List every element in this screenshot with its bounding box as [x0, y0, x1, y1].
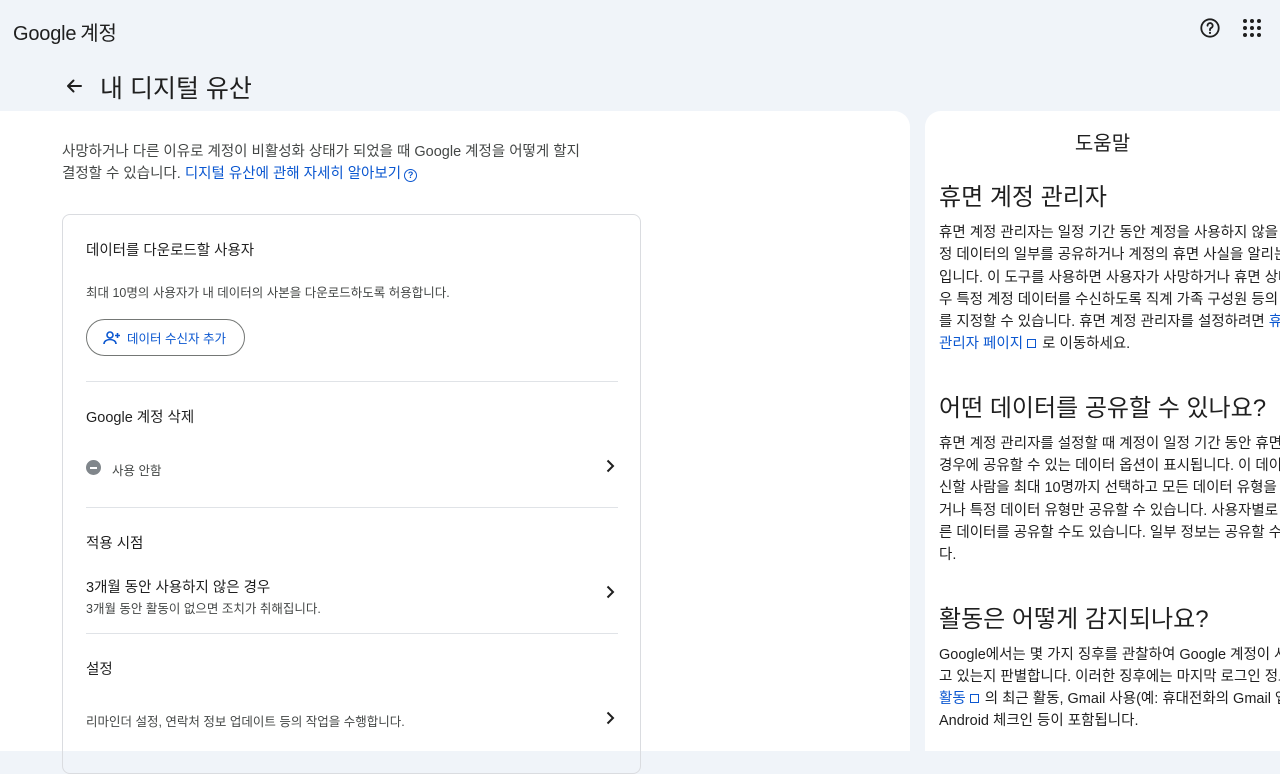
help-text-line: Android 체크인 등이 포함됩니다.: [939, 713, 1139, 730]
timing-section-title: 적용 시점: [86, 536, 144, 552]
divider: [86, 381, 618, 382]
help-circle-icon[interactable]: [1198, 16, 1222, 40]
intro-text: 사망하거나 다른 이유로 계정이 비활성화 상태가 되었을 때 Google 계…: [62, 141, 602, 185]
main-card: 사망하거나 다른 이유로 계정이 비활성화 상태가 되었을 때 Google 계…: [0, 111, 910, 774]
page-title: 내 디지털 유산: [100, 75, 252, 103]
person-add-icon: [103, 330, 120, 344]
help-heading-activity-detection: 활동은 어떻게 감지되나요?: [939, 605, 1209, 633]
inactive-manager-link-part1[interactable]: 휴면: [1269, 314, 1280, 330]
help-paragraph: 휴면 계정 관리자를 설정할 때 계정이 일정 기간 동안 휴면 상 경우에 공…: [939, 433, 1280, 567]
intro-line-2-text: 결정할 수 있습니다.: [62, 166, 181, 182]
add-data-recipient-label: 데이터 수신자 추가: [127, 332, 226, 346]
google-account-logo[interactable]: Google 계정: [13, 17, 117, 46]
help-outline-icon: ?: [404, 169, 418, 182]
help-text-line: 고 있는지 판별합니다. 이러한 징후에는 마지막 로그인 정보: [939, 668, 1280, 685]
intro-line-2: 결정할 수 있습니다. 디지털 유산에 관해 자세히 알아보기?: [62, 163, 602, 185]
inactivity-period-desc: 3개월 동안 활동이 없으면 조치가 취해집니다.: [86, 602, 321, 616]
download-section-desc: 최대 10명의 사용자가 내 데이터의 사본을 다운로드하도록 허용합니다.: [86, 286, 450, 300]
help-text-line: 른 데이터를 공유할 수도 있습니다. 일부 정보는 공유할 수 없: [939, 524, 1280, 541]
help-text-line: 경우에 공유할 수 있는 데이터 옵션이 표시됩니다. 이 데이터: [939, 458, 1280, 475]
settings-box: 데이터를 다운로드할 사용자 최대 10명의 사용자가 내 데이터의 사본을 다…: [62, 214, 641, 774]
help-panel-heading: 도움말: [1074, 133, 1131, 155]
logo-brand: Google: [13, 23, 77, 45]
open-in-new-icon: [969, 694, 979, 704]
chevron-right-icon: [606, 459, 615, 473]
settings-section-title: 설정: [86, 662, 113, 678]
learn-more-label: 디지털 유산에 관해 자세히 알아보기: [184, 166, 402, 182]
divider: [86, 633, 618, 634]
inactivity-period-title: 3개월 동안 사용하지 않은 경우: [86, 580, 271, 596]
chevron-right-icon: [606, 585, 615, 599]
help-panel: 도움말 휴면 계정 관리자 휴면 계정 관리자는 일정 기간 동안 계정을 사용…: [925, 111, 1280, 751]
help-paragraph: 휴면 계정 관리자는 일정 기간 동안 계정을 사용하지 않을 경 정 데이터의…: [939, 222, 1280, 356]
help-content: 휴면 계정 관리자 휴면 계정 관리자는 일정 기간 동안 계정을 사용하지 않…: [939, 177, 1280, 733]
help-text-line: 다.: [939, 547, 957, 564]
delete-section-title: Google 계정 삭제: [86, 410, 195, 426]
help-text-line: 우 특정 계정 데이터를 수신하도록 직계 가족 구성원 등의 제: [939, 291, 1280, 308]
intro-line-1: 사망하거나 다른 이유로 계정이 비활성화 상태가 되었을 때 Google 계…: [62, 144, 580, 160]
help-text-line: 의 최근 활동, Gmail 사용(예: 휴대전화의 Gmail 앱: [984, 691, 1280, 708]
learn-more-link[interactable]: 디지털 유산에 관해 자세히 알아보기?: [184, 166, 418, 182]
chevron-right-icon: [606, 711, 615, 725]
help-text-line: 휴면 계정 관리자를 설정할 때 계정이 일정 기간 동안 휴면 상: [939, 435, 1280, 452]
open-in-new-icon: [1027, 339, 1037, 349]
help-text-line: 신할 사람을 최대 10명까지 선택하고 모든 데이터 유형을 공: [939, 480, 1280, 497]
settings-row[interactable]: 리마인더 설정, 연락처 정보 업데이트 등의 작업을 수행합니다.: [86, 699, 618, 739]
help-text-line: 를 지정할 수 있습니다. 휴면 계정 관리자를 설정하려면: [939, 314, 1265, 331]
inactive-manager-page-link[interactable]: 관리자 페이지: [939, 336, 1023, 352]
settings-desc: 리마인더 설정, 연락처 정보 업데이트 등의 작업을 수행합니다.: [86, 715, 405, 729]
inactivity-period-row[interactable]: 3개월 동안 사용하지 않은 경우 3개월 동안 활동이 없으면 조치가 취해집…: [86, 573, 618, 616]
help-text-line: 휴면 계정 관리자는 일정 기간 동안 계정을 사용하지 않을 경: [939, 225, 1280, 241]
activity-link[interactable]: 활동: [939, 691, 966, 707]
download-section-title: 데이터를 다운로드할 사용자: [86, 243, 255, 259]
delete-status-text: 사용 안함: [112, 464, 162, 478]
help-text-line: 로 이동하세요.: [1042, 336, 1131, 353]
help-paragraph: Google에서는 몇 가지 징후를 관찰하여 Google 계정이 사 고 있…: [939, 644, 1280, 733]
arrow-back-icon[interactable]: [62, 74, 86, 98]
logo-product: 계정: [80, 23, 117, 45]
top-bar: Google 계정: [0, 0, 1280, 60]
help-heading-inactive-account-manager: 휴면 계정 관리자: [939, 184, 1107, 211]
page-header: 내 디지털 유산: [0, 60, 910, 110]
help-text-line: 정 데이터의 일부를 공유하거나 계정의 휴면 사실을 알리는: [939, 247, 1280, 264]
disabled-status-icon: [86, 460, 101, 475]
add-data-recipient-button[interactable]: 데이터 수신자 추가: [86, 319, 245, 356]
divider: [86, 507, 618, 508]
help-text-line: 거나 특정 데이터 유형만 공유할 수 있습니다. 사용자별로 서: [939, 502, 1280, 519]
help-heading-what-data: 어떤 데이터를 공유할 수 있나요?: [939, 394, 1267, 422]
delete-account-row[interactable]: 사용 안함: [86, 447, 618, 487]
help-text-line: Google에서는 몇 가지 징후를 관찰하여 Google 계정이 사: [939, 646, 1280, 663]
help-text-line: 입니다. 이 도구를 사용하면 사용자가 사망하거나 휴면 상태: [939, 269, 1280, 286]
apps-grid-icon[interactable]: [1240, 16, 1264, 40]
